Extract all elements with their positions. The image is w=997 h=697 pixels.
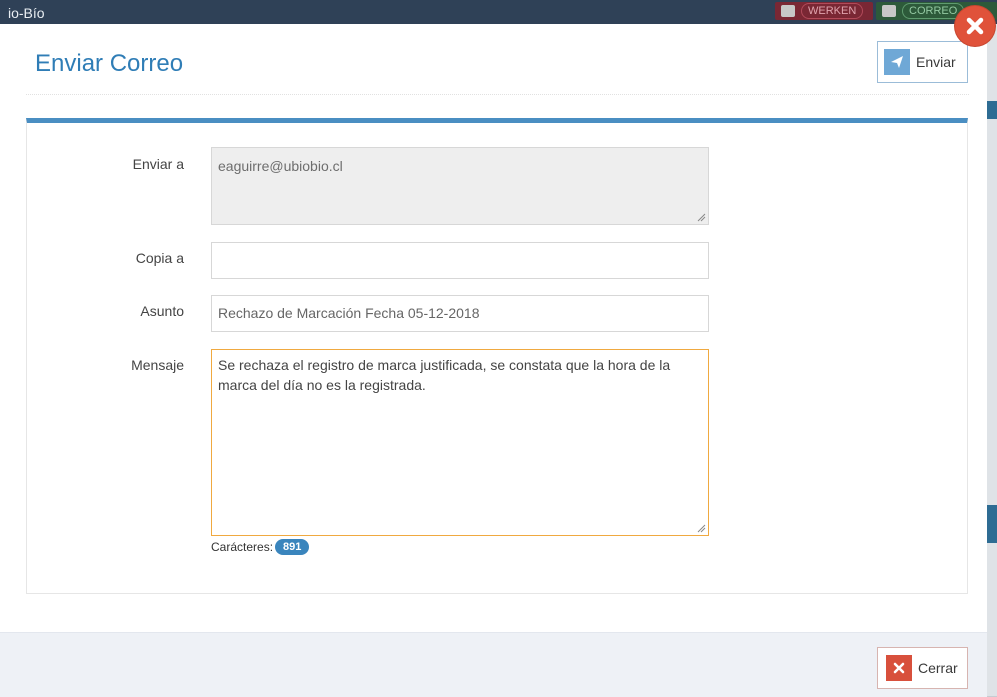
cc-field[interactable] — [211, 242, 709, 279]
book-icon — [781, 5, 795, 17]
close-icon — [886, 655, 912, 681]
resize-grip-icon[interactable] — [696, 212, 706, 222]
subject-value: Rechazo de Marcación Fecha 05-12-2018 — [218, 305, 480, 321]
modal-header: Enviar Correo Enviar — [0, 24, 987, 96]
background-topbar: io-Bío WERKEN CORREO — [0, 0, 997, 24]
chars-count-badge: 891 — [275, 539, 310, 555]
to-field[interactable]: eaguirre@ubiobio.cl — [211, 147, 709, 225]
message-value: Se rechaza el registro de marca justific… — [218, 357, 671, 393]
modal-footer: Cerrar — [0, 632, 987, 697]
close-button[interactable]: Cerrar — [877, 647, 968, 689]
subject-label: Asunto — [140, 303, 184, 319]
paper-plane-icon — [884, 49, 910, 75]
header-divider — [26, 94, 969, 95]
envelope-icon — [882, 5, 896, 17]
message-label: Mensaje — [131, 357, 184, 373]
to-value: eaguirre@ubiobio.cl — [218, 158, 343, 174]
werken-button[interactable]: WERKEN — [775, 2, 873, 20]
message-field[interactable]: Se rechaza el registro de marca justific… — [211, 349, 709, 536]
background-app-title: io-Bío — [8, 5, 45, 21]
subject-field[interactable]: Rechazo de Marcación Fecha 05-12-2018 — [211, 295, 709, 332]
correo-label: CORREO — [902, 3, 965, 19]
modal-close-icon[interactable] — [955, 6, 995, 46]
background-marker — [987, 505, 997, 543]
chars-label: Carácteres: — [211, 540, 274, 554]
send-button-label: Enviar — [916, 54, 956, 70]
background-marker — [987, 101, 997, 119]
mail-form-panel: Enviar a eaguirre@ubiobio.cl Copia a Asu… — [26, 118, 968, 594]
send-button[interactable]: Enviar — [877, 41, 968, 83]
character-counter: Carácteres: 891 — [211, 539, 310, 555]
send-mail-modal: Enviar Correo Enviar Enviar a eaguirre@u… — [0, 24, 987, 697]
close-button-label: Cerrar — [918, 660, 958, 676]
to-label: Enviar a — [132, 156, 184, 172]
modal-title: Enviar Correo — [35, 50, 184, 77]
cc-label: Copia a — [135, 250, 184, 266]
werken-label: WERKEN — [801, 3, 864, 19]
resize-grip-icon[interactable] — [696, 523, 706, 533]
background-sidebar — [987, 24, 997, 696]
